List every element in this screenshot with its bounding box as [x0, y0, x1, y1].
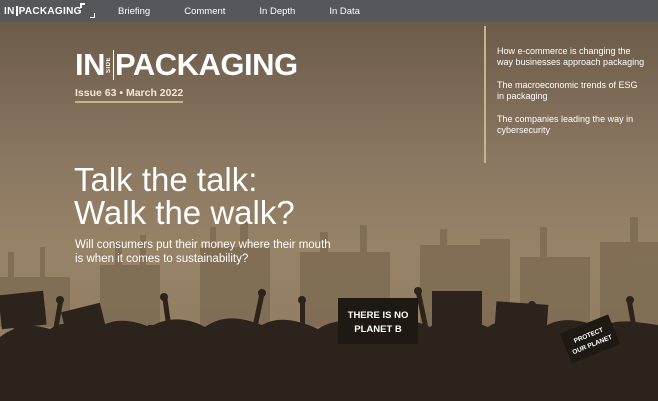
issue-label: Issue 63 • March 2022: [75, 87, 184, 99]
site-logo-in: IN: [4, 5, 15, 17]
cover-teasers: How e-commerce is changing the way busin…: [497, 46, 647, 148]
protest-crowd-illustration: THERE IS NO PLANET B PROTECT OUR PLANET: [0, 217, 658, 401]
magazine-cover[interactable]: THERE IS NO PLANET B PROTECT OUR PLANET …: [0, 22, 658, 401]
masthead-side: SIDE: [106, 49, 114, 80]
teaser-ecommerce[interactable]: How e-commerce is changing the way busin…: [497, 46, 647, 68]
nav-link-comment[interactable]: Comment: [184, 6, 225, 17]
headline-line2: Walk the walk?: [74, 194, 295, 231]
headline-line1: Talk the talk:: [74, 161, 258, 198]
teaser-cybersecurity[interactable]: The companies leading the way in cyberse…: [497, 114, 647, 136]
nav-link-briefing[interactable]: Briefing: [118, 6, 150, 17]
site-logo-divider: [15, 6, 18, 16]
magazine-masthead: IN SIDE PACKAGING: [75, 49, 298, 80]
masthead-in: IN: [75, 47, 106, 82]
masthead-packaging: PACKAGING: [115, 47, 298, 82]
nav-link-in-depth[interactable]: In Depth: [259, 6, 295, 17]
sidebar-divider: [484, 26, 486, 163]
nav-links: Briefing Comment In Depth In Data: [118, 0, 394, 22]
site-logo-packaging: PACKAGING: [18, 5, 82, 17]
top-nav: IN PACKAGING Briefing Comment In Depth I…: [0, 0, 658, 22]
teaser-esg-trends[interactable]: The macroeconomic trends of ESG in packa…: [497, 80, 647, 102]
placard-no-planet-b: [338, 298, 418, 344]
placard-no-planet-b-line1: THERE IS NO: [348, 310, 409, 321]
cover-subheadline: Will consumers put their money where the…: [75, 239, 331, 265]
expand-icon[interactable]: [80, 3, 95, 18]
nav-link-in-data[interactable]: In Data: [329, 6, 360, 17]
site-logo[interactable]: IN PACKAGING: [0, 6, 82, 17]
issue-underline: [75, 101, 183, 103]
placard-no-planet-b-line2: PLANET B: [354, 324, 402, 335]
cover-headline: Talk the talk: Walk the walk?: [74, 163, 434, 229]
